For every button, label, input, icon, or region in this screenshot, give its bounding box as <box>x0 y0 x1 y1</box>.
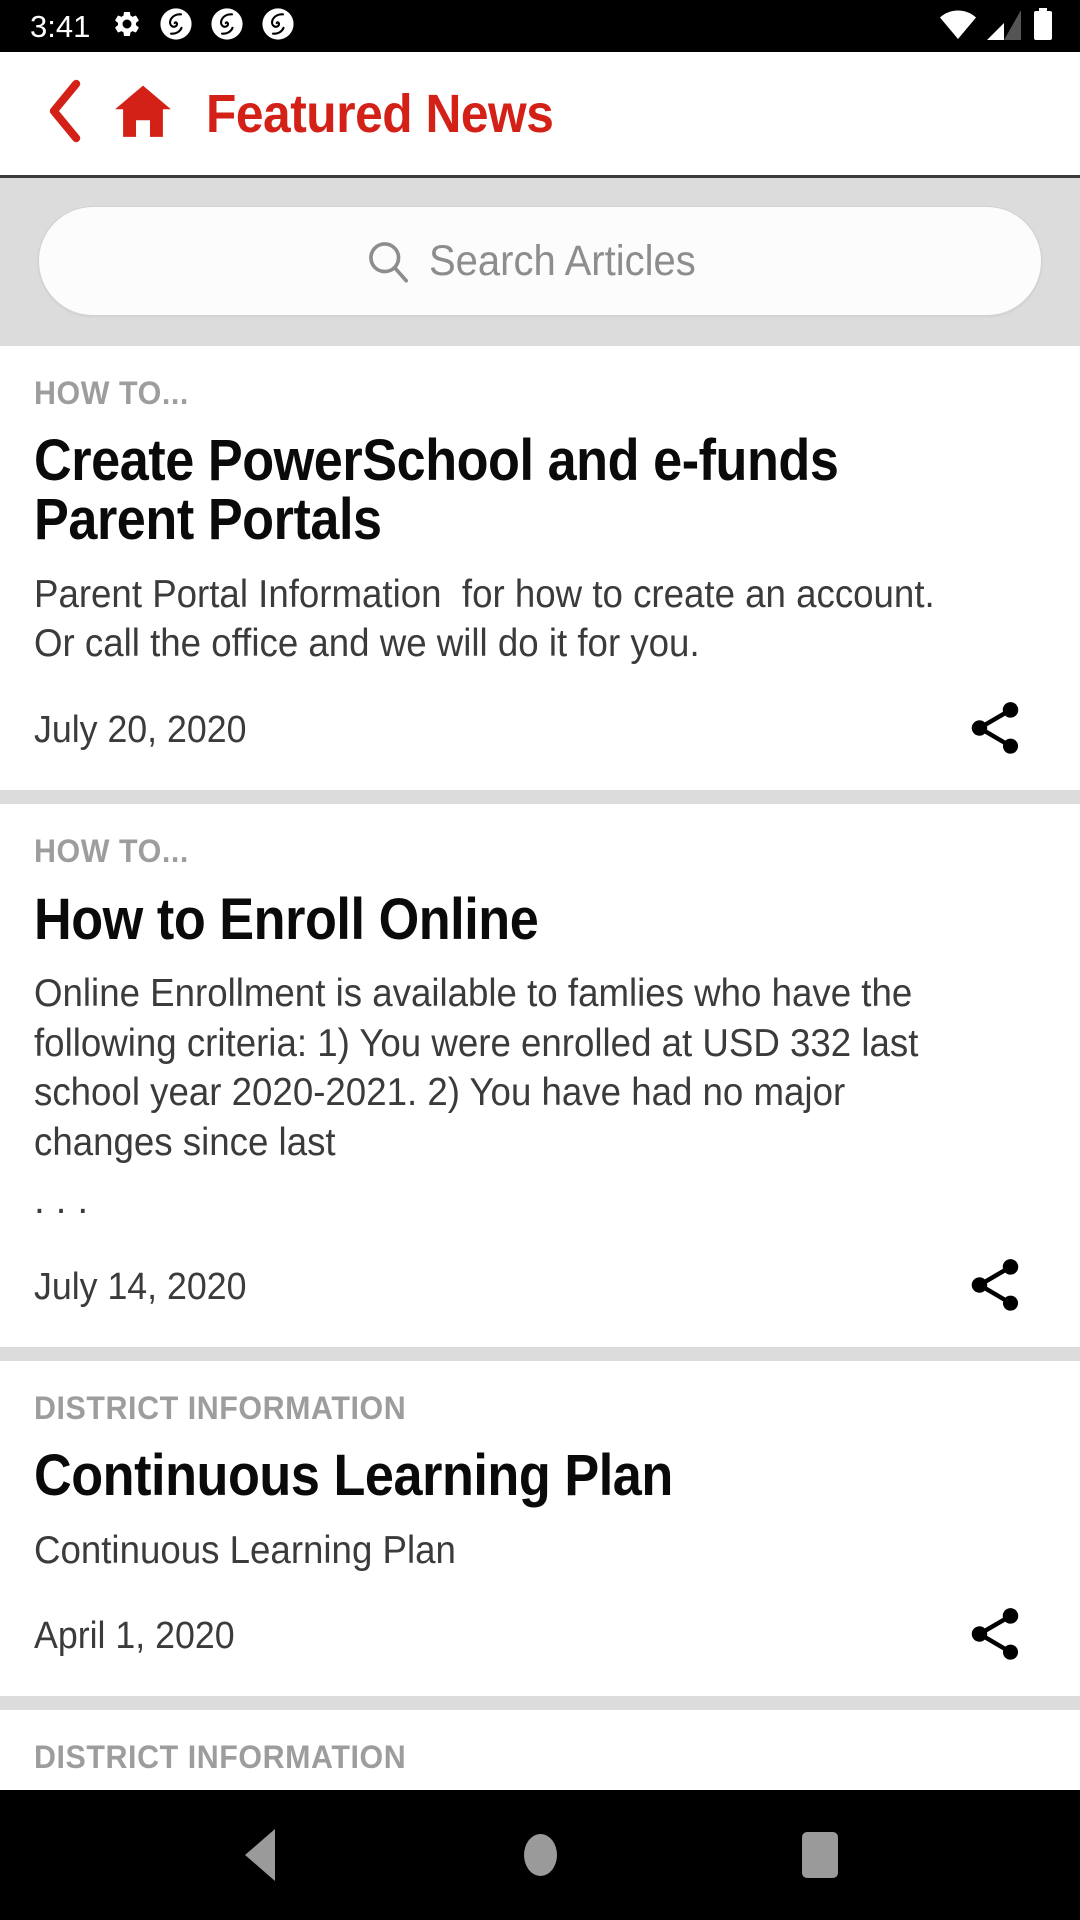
swirl-app-icon <box>159 7 193 46</box>
article-card[interactable]: HOW TO... Create PowerSchool and e-funds… <box>0 346 1080 791</box>
home-button[interactable] <box>110 80 176 147</box>
status-bar-notification-icons <box>112 7 295 46</box>
nav-back-button[interactable] <box>200 1790 320 1920</box>
list-divider <box>0 790 1080 805</box>
swirl-app-icon <box>210 7 244 46</box>
article-category: HOW TO... <box>34 375 189 411</box>
back-button[interactable] <box>44 79 86 148</box>
status-bar-clock: 3:41 <box>30 8 91 44</box>
app-header: Featured News <box>0 52 1080 178</box>
list-divider <box>0 1347 1080 1362</box>
nav-recents-button[interactable] <box>760 1790 880 1920</box>
android-navigation-bar <box>0 1790 1080 1920</box>
page-title: Featured News <box>206 83 554 144</box>
search-section: Search Articles <box>0 178 1080 346</box>
article-title: Continuous Learning Plan <box>34 1443 673 1509</box>
wifi-icon <box>940 10 976 45</box>
gear-icon <box>112 9 142 44</box>
search-placeholder: Search Articles <box>428 236 696 285</box>
article-card[interactable]: DISTRICT INFORMATION Continuous Learning… <box>0 1361 1080 1697</box>
article-summary: Online Enrollment is available to famlie… <box>34 971 929 1165</box>
article-date: July 20, 2020 <box>34 709 247 752</box>
phone-screen: 3:41 Featured News Search Articles HOW T… <box>0 0 1080 1920</box>
article-title: How to Enroll Online <box>34 886 539 952</box>
article-date: April 1, 2020 <box>34 1615 235 1658</box>
article-summary: Continuous Learning Plan <box>34 1528 456 1572</box>
share-icon <box>964 1603 1026 1670</box>
article-category: HOW TO... <box>34 833 189 870</box>
share-icon <box>964 697 1026 764</box>
battery-icon <box>1032 7 1054 45</box>
share-button[interactable] <box>964 1603 1026 1670</box>
article-list[interactable]: HOW TO... Create PowerSchool and e-funds… <box>0 346 1080 1920</box>
search-input[interactable]: Search Articles <box>38 206 1042 316</box>
article-truncation-ellipsis: . . . <box>34 1179 89 1223</box>
article-footer: July 14, 2020 <box>34 1254 1046 1321</box>
list-divider <box>0 1696 1080 1711</box>
article-footer: July 20, 2020 <box>34 697 1046 764</box>
home-circle-icon <box>523 1834 557 1876</box>
nav-home-button[interactable] <box>480 1790 600 1920</box>
article-footer: April 1, 2020 <box>34 1603 1046 1670</box>
search-icon <box>365 238 411 284</box>
back-triangle-icon <box>245 1829 275 1881</box>
article-date: July 14, 2020 <box>34 1266 247 1309</box>
swirl-app-icon <box>261 7 295 46</box>
share-button[interactable] <box>964 697 1026 764</box>
article-category: DISTRICT INFORMATION <box>34 1739 407 1776</box>
article-summary: Parent Portal Information for how to cre… <box>34 572 945 666</box>
chevron-left-icon <box>44 79 86 148</box>
article-title: Create PowerSchool and e-funds Parent Po… <box>34 428 839 553</box>
status-bar-system-icons <box>940 7 1054 45</box>
status-bar: 3:41 <box>0 0 1080 52</box>
share-icon <box>964 1254 1026 1321</box>
home-icon <box>110 80 176 147</box>
article-category: DISTRICT INFORMATION <box>34 1390 407 1427</box>
cellular-signal-icon <box>987 9 1021 45</box>
share-button[interactable] <box>964 1254 1026 1321</box>
article-card[interactable]: HOW TO... How to Enroll Online Online En… <box>0 804 1080 1348</box>
recent-square-icon <box>802 1832 838 1878</box>
